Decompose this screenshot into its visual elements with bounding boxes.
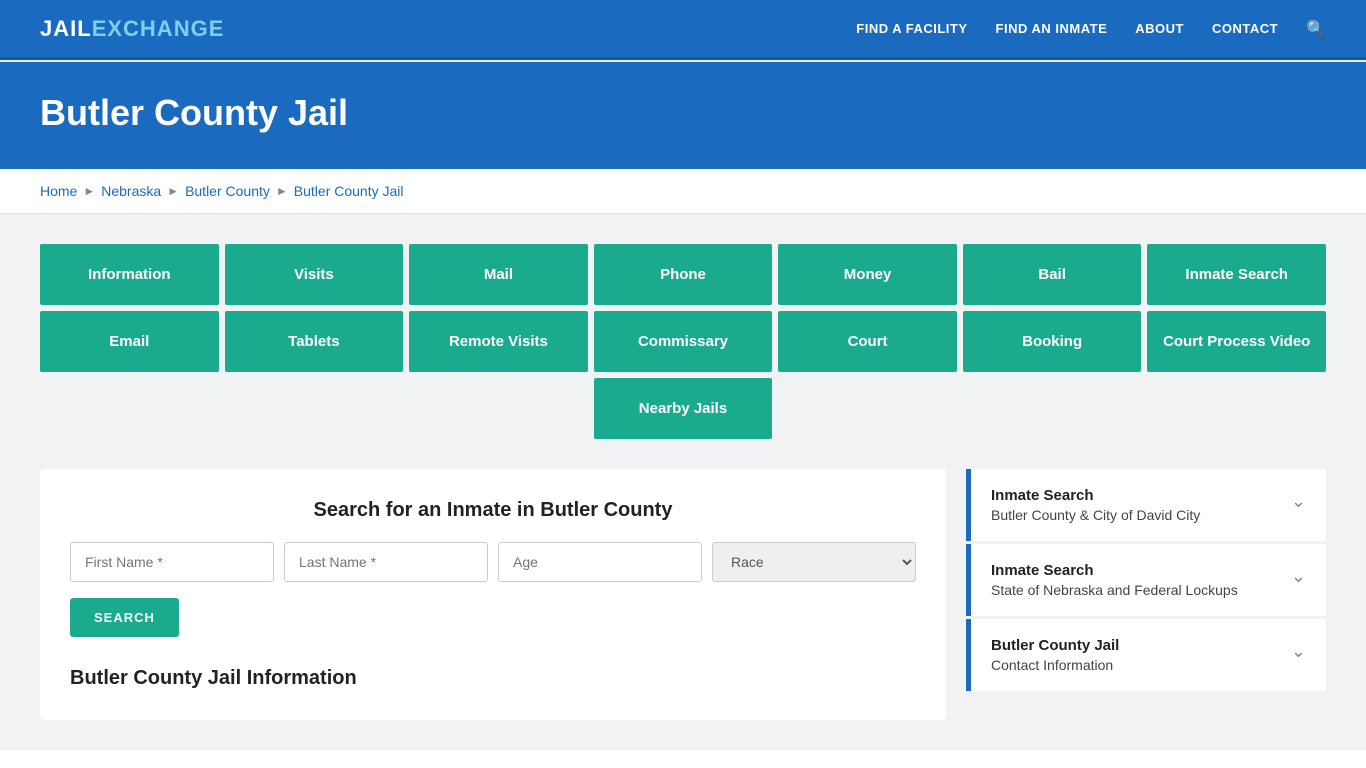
sidebar-card-sublabel-1: Butler County & City of David City: [991, 507, 1200, 523]
btn-tablets[interactable]: Tablets: [225, 311, 404, 372]
sidebar-card-label-3: Butler County Jail: [991, 637, 1119, 654]
search-title: Search for an Inmate in Butler County: [70, 499, 916, 522]
nav-about[interactable]: ABOUT: [1135, 21, 1184, 36]
btn-commissary[interactable]: Commissary: [594, 311, 773, 372]
btn-phone[interactable]: Phone: [594, 244, 773, 305]
logo[interactable]: JAILEXCHANGE: [40, 16, 224, 42]
btn-bail[interactable]: Bail: [963, 244, 1142, 305]
nav-find-inmate[interactable]: FIND AN INMATE: [996, 21, 1108, 36]
race-select[interactable]: Race White Black Hispanic Asian Other: [712, 542, 916, 582]
sidebar-card-label-2: Inmate Search: [991, 562, 1238, 579]
btn-court-process-video[interactable]: Court Process Video: [1147, 311, 1326, 372]
btn-booking[interactable]: Booking: [963, 311, 1142, 372]
sidebar-card-contact-info[interactable]: Butler County Jail Contact Information ⌄: [966, 619, 1326, 691]
btn-visits[interactable]: Visits: [225, 244, 404, 305]
breadcrumb-nebraska[interactable]: Nebraska: [101, 183, 161, 199]
breadcrumb-butler-county[interactable]: Butler County: [185, 183, 270, 199]
logo-exchange: EXCHANGE: [92, 16, 225, 41]
breadcrumb-sep-2: ►: [167, 184, 179, 198]
btn-court[interactable]: Court: [778, 311, 957, 372]
sidebar-card-inmate-search-butler[interactable]: Inmate Search Butler County & City of Da…: [966, 469, 1326, 541]
logo-jail: JAIL: [40, 16, 92, 41]
right-panel: Inmate Search Butler County & City of Da…: [966, 469, 1326, 720]
first-name-input[interactable]: [70, 542, 274, 582]
main-content: Information Visits Mail Phone Money Bail…: [0, 214, 1366, 750]
breadcrumb: Home ► Nebraska ► Butler County ► Butler…: [40, 183, 1326, 199]
left-panel: Search for an Inmate in Butler County Ra…: [40, 469, 946, 720]
main-nav: FIND A FACILITY FIND AN INMATE ABOUT CON…: [856, 19, 1326, 39]
sidebar-card-sublabel-3: Contact Information: [991, 657, 1119, 673]
section-subtitle: Butler County Jail Information: [70, 667, 916, 690]
sidebar-card-content-3: Butler County Jail Contact Information: [991, 637, 1119, 673]
sidebar-card-content-2: Inmate Search State of Nebraska and Fede…: [991, 562, 1238, 598]
btn-information[interactable]: Information: [40, 244, 219, 305]
button-grid-row2: Email Tablets Remote Visits Commissary C…: [40, 311, 1326, 372]
btn-inmate-search[interactable]: Inmate Search: [1147, 244, 1326, 305]
button-grid-row1: Information Visits Mail Phone Money Bail…: [40, 244, 1326, 305]
breadcrumb-sep-3: ►: [276, 184, 288, 198]
breadcrumb-home[interactable]: Home: [40, 183, 77, 199]
breadcrumb-current: Butler County Jail: [294, 183, 404, 199]
search-icon[interactable]: 🔍: [1306, 19, 1326, 39]
chevron-down-icon-3: ⌄: [1291, 641, 1306, 662]
nav-contact[interactable]: CONTACT: [1212, 21, 1278, 36]
sidebar-card-label-1: Inmate Search: [991, 487, 1200, 504]
content-area: Search for an Inmate in Butler County Ra…: [40, 469, 1326, 720]
breadcrumb-sep-1: ►: [83, 184, 95, 198]
btn-remote-visits[interactable]: Remote Visits: [409, 311, 588, 372]
chevron-down-icon-2: ⌄: [1291, 566, 1306, 587]
search-form: Race White Black Hispanic Asian Other: [70, 542, 916, 582]
header: JAILEXCHANGE FIND A FACILITY FIND AN INM…: [0, 0, 1366, 60]
btn-nearby-jails[interactable]: Nearby Jails: [594, 378, 773, 439]
sidebar-card-sublabel-2: State of Nebraska and Federal Lockups: [991, 582, 1238, 598]
age-input[interactable]: [498, 542, 702, 582]
button-grid-row3: Nearby Jails: [40, 378, 1326, 439]
sidebar-card-content-1: Inmate Search Butler County & City of Da…: [991, 487, 1200, 523]
sidebar-card-inmate-search-nebraska[interactable]: Inmate Search State of Nebraska and Fede…: [966, 544, 1326, 616]
page-title: Butler County Jail: [40, 92, 1326, 134]
btn-money[interactable]: Money: [778, 244, 957, 305]
hero-banner: Butler County Jail: [0, 62, 1366, 169]
chevron-down-icon-1: ⌄: [1291, 491, 1306, 512]
search-button[interactable]: SEARCH: [70, 598, 179, 637]
btn-mail[interactable]: Mail: [409, 244, 588, 305]
breadcrumb-bar: Home ► Nebraska ► Butler County ► Butler…: [0, 169, 1366, 214]
btn-email[interactable]: Email: [40, 311, 219, 372]
nav-find-facility[interactable]: FIND A FACILITY: [856, 21, 967, 36]
last-name-input[interactable]: [284, 542, 488, 582]
